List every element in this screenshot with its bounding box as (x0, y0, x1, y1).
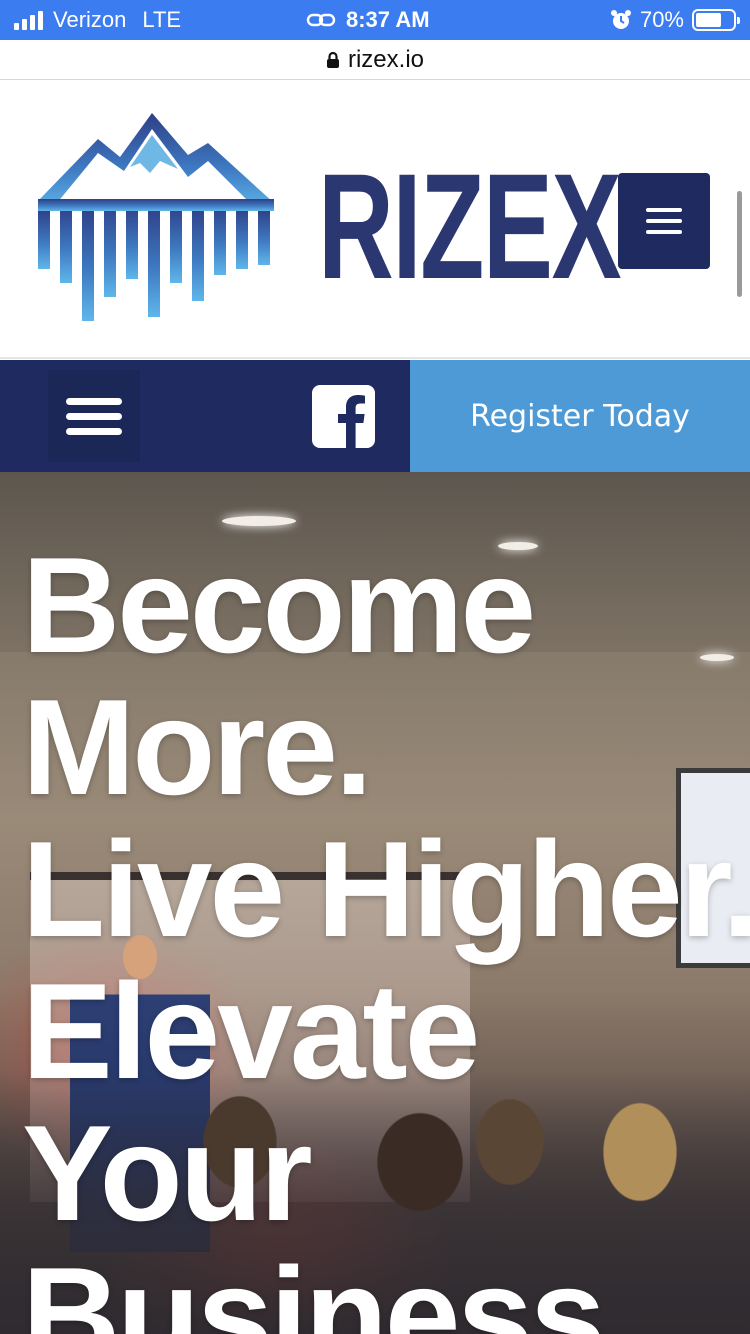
header-menu-button[interactable] (618, 173, 710, 269)
alarm-icon (610, 10, 631, 29)
nav-dark-section (0, 360, 410, 472)
hamburger-icon[interactable] (48, 370, 140, 462)
nav-strip: Register Today (0, 360, 750, 472)
hero-banner: Become More. Live Higher. Elevate Your B… (0, 472, 750, 1334)
clock: 8:37 AM (346, 7, 430, 32)
register-today-button[interactable]: Register Today (410, 360, 750, 472)
status-center: 8:37 AM (306, 0, 430, 40)
rizex-mountain-logo[interactable] (38, 113, 274, 325)
hero-headline: Become More. Live Higher. Elevate Your B… (22, 529, 750, 1334)
headline-line: Your (22, 1097, 313, 1249)
battery-icon (692, 9, 740, 31)
status-right: 70% (610, 0, 740, 40)
link-icon (306, 13, 336, 27)
facebook-icon[interactable] (312, 385, 375, 448)
headline-line: Live Higher. (22, 813, 750, 965)
hamburger-icon-bar (646, 208, 682, 212)
headline-line: Business. (22, 1239, 640, 1334)
hamburger-icon-bar (646, 230, 682, 234)
headline-line: Elevate (22, 955, 480, 1107)
signal-strength-icon (14, 10, 43, 30)
carrier-name: Verizon (53, 7, 127, 32)
lock-icon (326, 51, 339, 68)
ceiling-light (222, 516, 296, 526)
facebook-glyph (338, 395, 365, 448)
site-header: RIZEX (0, 81, 750, 359)
status-left: Verizon LTE (14, 0, 181, 40)
battery-fill (696, 13, 722, 27)
scroll-indicator (737, 191, 742, 297)
battery-percent: 70% (639, 7, 684, 32)
status-bar: Verizon LTE 8:37 AM 70% (0, 0, 750, 40)
address-bar[interactable]: rizex.io (0, 40, 750, 80)
hamburger-icon-bar (646, 219, 682, 223)
headline-line: More. (22, 671, 373, 823)
url-text: rizex.io (347, 45, 425, 73)
network-type: LTE (142, 7, 182, 32)
headline-line: Become (22, 529, 536, 681)
rizex-wordmark[interactable]: RIZEX (318, 151, 622, 301)
